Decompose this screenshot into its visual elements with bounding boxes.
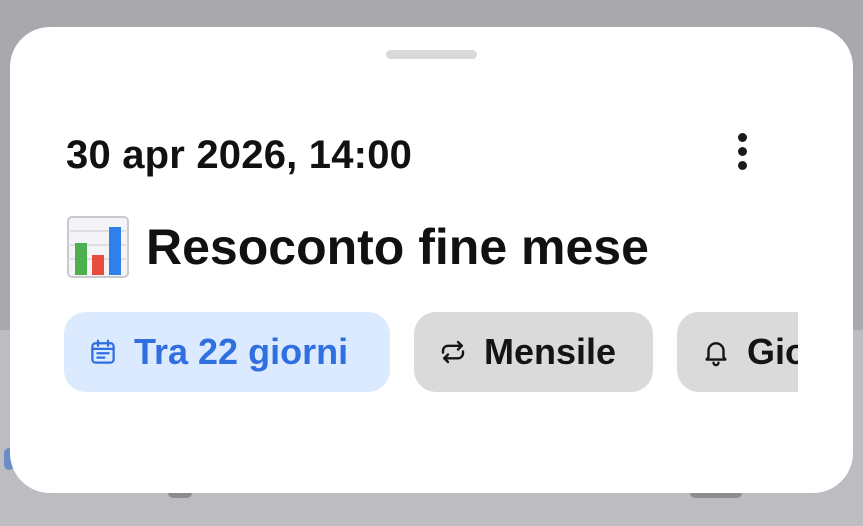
calendar-icon xyxy=(91,339,115,364)
drag-handle[interactable] xyxy=(386,50,477,59)
event-title: Resoconto fine mese xyxy=(146,219,649,275)
due-date-chip[interactable]: Tra 22 giorni xyxy=(64,312,390,392)
due-date-label: Tra 22 giorni xyxy=(134,331,349,372)
reminder-label: Gio xyxy=(747,331,798,372)
event-title-row: Resoconto fine mese xyxy=(66,215,649,279)
bar-chart-emoji-icon xyxy=(67,216,129,278)
chips-scroller[interactable]: Tra 22 giorni Mensile Gio xyxy=(64,312,798,392)
bottom-sheet: 30 apr 2026, 14:00 Resoconto fine mese T… xyxy=(10,27,853,493)
reminder-chip[interactable]: Gio xyxy=(677,312,798,392)
event-datetime: 30 apr 2026, 14:00 xyxy=(66,133,413,177)
repeat-chip[interactable]: Mensile xyxy=(414,312,653,392)
repeat-label: Mensile xyxy=(484,331,617,372)
repeat-icon xyxy=(441,340,465,364)
more-options-button[interactable] xyxy=(724,127,762,177)
bell-icon xyxy=(705,342,727,367)
